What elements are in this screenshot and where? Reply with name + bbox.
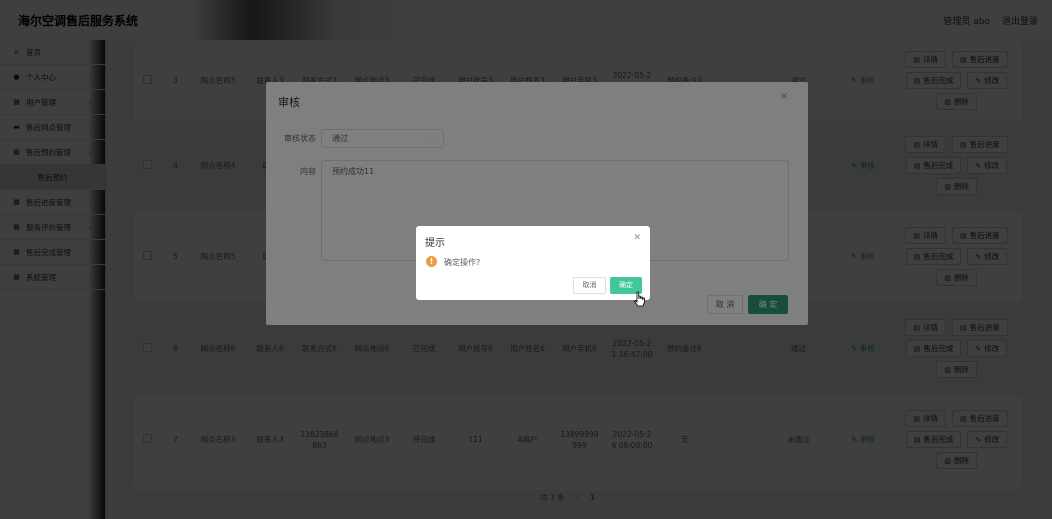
messagebox-cancel-button[interactable]: 取消 — [573, 277, 606, 294]
warning-icon: ! — [426, 256, 437, 267]
messagebox-message: 确定操作? — [444, 258, 481, 267]
close-icon[interactable]: ✕ — [633, 233, 641, 243]
mouse-pointer-icon — [634, 291, 645, 307]
messagebox-title: 提示 — [425, 238, 445, 249]
confirm-messagebox: 提示 ✕ ! 确定操作? 取消 确定 — [416, 226, 650, 300]
